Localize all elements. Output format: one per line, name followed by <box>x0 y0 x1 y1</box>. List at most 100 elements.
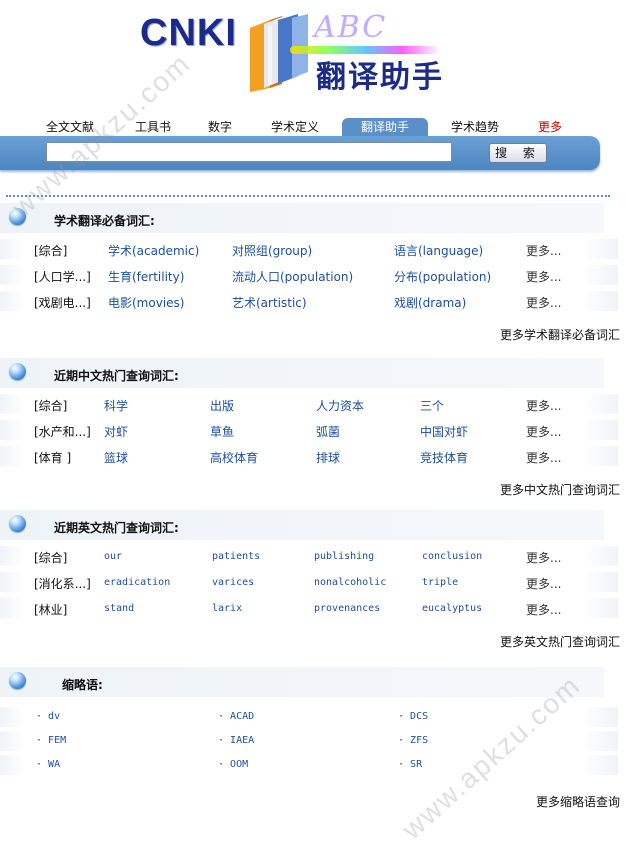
term-link[interactable]: 排球 <box>316 449 340 466</box>
list-item: · dv · ACAD · DCS <box>0 707 626 727</box>
abbreviation-link[interactable]: · IAEA <box>218 735 254 746</box>
row-more-link[interactable]: 更多... <box>526 268 561 285</box>
term-link[interactable]: 弧菌 <box>316 423 340 440</box>
tab-academic-definition[interactable]: 学术定义 <box>264 118 326 136</box>
term-link[interactable]: stand <box>104 603 134 614</box>
search-button[interactable]: 搜 索 <box>489 143 547 163</box>
cnki-logo: CNKI ABC 翻译助手 <box>140 8 470 98</box>
row-more-link[interactable]: 更多... <box>526 449 561 466</box>
category-label[interactable]: [林业] <box>34 601 67 618</box>
section-title: 近期中文热门查询词汇: <box>54 369 179 383</box>
term-link[interactable]: patients <box>212 551 260 562</box>
term-link[interactable]: nonalcoholic <box>314 577 386 588</box>
term-link[interactable]: eradication <box>104 577 170 588</box>
table-row: [人口学...] 生育(fertility) 流动人口(population) … <box>0 265 626 285</box>
category-label[interactable]: [综合] <box>34 242 67 259</box>
category-label[interactable]: [人口学...] <box>34 268 91 285</box>
category-label[interactable]: [戏剧电...] <box>34 294 91 311</box>
list-item: · FEM · IAEA · ZFS <box>0 731 626 751</box>
logo-subtitle: 翻译助手 <box>316 60 444 95</box>
term-link[interactable]: 三个 <box>420 397 444 414</box>
term-link[interactable]: 对虾 <box>104 423 128 440</box>
section-title: 学术翻译必备词汇: <box>54 214 155 228</box>
more-academic-vocab-link[interactable]: 更多学术翻译必备词汇 <box>500 326 620 343</box>
term-link[interactable]: 出版 <box>210 397 234 414</box>
section-header-academic-vocab: 学术翻译必备词汇: <box>0 203 604 233</box>
section-header-english-hot: 近期英文热门查询词汇: <box>0 510 604 540</box>
term-link[interactable]: 中国对虾 <box>420 423 468 440</box>
term-link[interactable]: 科学 <box>104 397 128 414</box>
logo-abc-text: ABC <box>314 10 388 45</box>
bullet-ball-icon <box>9 515 26 532</box>
section-header-chinese-hot: 近期中文热门查询词汇: <box>0 358 604 388</box>
term-link[interactable]: 分布(population) <box>394 268 491 285</box>
dotted-divider <box>6 195 610 197</box>
logo-brand-text: CNKI <box>140 12 237 54</box>
table-row: [水产和...] 对虾 草鱼 弧菌 中国对虾 更多... <box>0 420 626 440</box>
row-more-link[interactable]: 更多... <box>526 242 561 259</box>
abbreviation-link[interactable]: · ACAD <box>218 711 254 722</box>
abbreviation-link[interactable]: · SR <box>398 759 422 770</box>
row-more-link[interactable]: 更多... <box>526 601 561 618</box>
term-link[interactable]: 人力资本 <box>316 397 364 414</box>
term-link[interactable]: eucalyptus <box>422 603 482 614</box>
term-link[interactable]: 学术(academic) <box>108 242 199 259</box>
category-label[interactable]: [综合] <box>34 549 67 566</box>
category-label[interactable]: [体育 ] <box>34 449 71 466</box>
more-chinese-hot-link[interactable]: 更多中文热门查询词汇 <box>500 481 620 498</box>
term-link[interactable]: 草鱼 <box>210 423 234 440</box>
row-more-link[interactable]: 更多... <box>526 294 561 311</box>
nav-tabs: 全文文献 工具书 数字 学术定义 翻译助手 学术趋势 更多 <box>30 118 600 136</box>
term-link[interactable]: 戏剧(drama) <box>394 294 466 311</box>
term-link[interactable]: publishing <box>314 551 374 562</box>
table-row: [体育 ] 篮球 高校体育 排球 竞技体育 更多... <box>0 446 626 466</box>
row-more-link[interactable]: 更多... <box>526 423 561 440</box>
abbreviation-link[interactable]: · ZFS <box>398 735 428 746</box>
term-link[interactable]: triple <box>422 577 458 588</box>
abbreviation-link[interactable]: · FEM <box>36 735 66 746</box>
term-link[interactable]: larix <box>212 603 242 614</box>
category-label[interactable]: [消化系...] <box>34 575 91 592</box>
table-row: [综合] 学术(academic) 对照组(group) 语言(language… <box>0 239 626 259</box>
term-link[interactable]: varices <box>212 577 254 588</box>
section-title: 近期英文热门查询词汇: <box>54 521 179 535</box>
abbreviation-link[interactable]: · dv <box>36 711 60 722</box>
category-label[interactable]: [水产和...] <box>34 423 91 440</box>
tab-more[interactable]: 更多 <box>532 118 568 136</box>
table-row: [综合] our patients publishing conclusion … <box>0 546 626 566</box>
row-more-link[interactable]: 更多... <box>526 575 561 592</box>
term-link[interactable]: 竞技体育 <box>420 449 468 466</box>
bullet-ball-icon <box>9 363 26 380</box>
tab-fulltext[interactable]: 全文文献 <box>40 118 100 136</box>
tab-translation-assistant[interactable]: 翻译助手 <box>342 118 428 136</box>
bullet-ball-icon <box>9 672 26 689</box>
search-input[interactable] <box>46 142 452 162</box>
term-link[interactable]: 高校体育 <box>210 449 258 466</box>
term-link[interactable]: 语言(language) <box>394 242 483 259</box>
term-link[interactable]: 流动人口(population) <box>232 268 353 285</box>
tab-numbers[interactable]: 数字 <box>202 118 238 136</box>
row-more-link[interactable]: 更多... <box>526 549 561 566</box>
term-link[interactable]: conclusion <box>422 551 482 562</box>
tab-reference-books[interactable]: 工具书 <box>128 118 178 136</box>
tab-academic-trends[interactable]: 学术趋势 <box>444 118 506 136</box>
bullet-ball-icon <box>9 208 26 225</box>
more-english-hot-link[interactable]: 更多英文热门查询词汇 <box>500 633 620 650</box>
abbreviation-link[interactable]: · OOM <box>218 759 248 770</box>
term-link[interactable]: 电影(movies) <box>108 294 184 311</box>
search-bar: 搜 索 <box>0 136 600 170</box>
table-row: [消化系...] eradication varices nonalcoholi… <box>0 572 626 592</box>
category-label[interactable]: [综合] <box>34 397 67 414</box>
row-more-link[interactable]: 更多... <box>526 397 561 414</box>
abbreviation-link[interactable]: · WA <box>36 759 60 770</box>
term-link[interactable]: 对照组(group) <box>232 242 312 259</box>
more-abbreviations-link[interactable]: 更多缩略语查询 <box>536 793 620 810</box>
term-link[interactable]: 生育(fertility) <box>108 268 184 285</box>
section-title: 缩略语: <box>62 678 103 692</box>
abbreviation-link[interactable]: · DCS <box>398 711 428 722</box>
term-link[interactable]: our <box>104 551 122 562</box>
term-link[interactable]: 篮球 <box>104 449 128 466</box>
term-link[interactable]: 艺术(artistic) <box>232 294 307 311</box>
table-row: [戏剧电...] 电影(movies) 艺术(artistic) 戏剧(dram… <box>0 291 626 311</box>
term-link[interactable]: provenances <box>314 603 380 614</box>
